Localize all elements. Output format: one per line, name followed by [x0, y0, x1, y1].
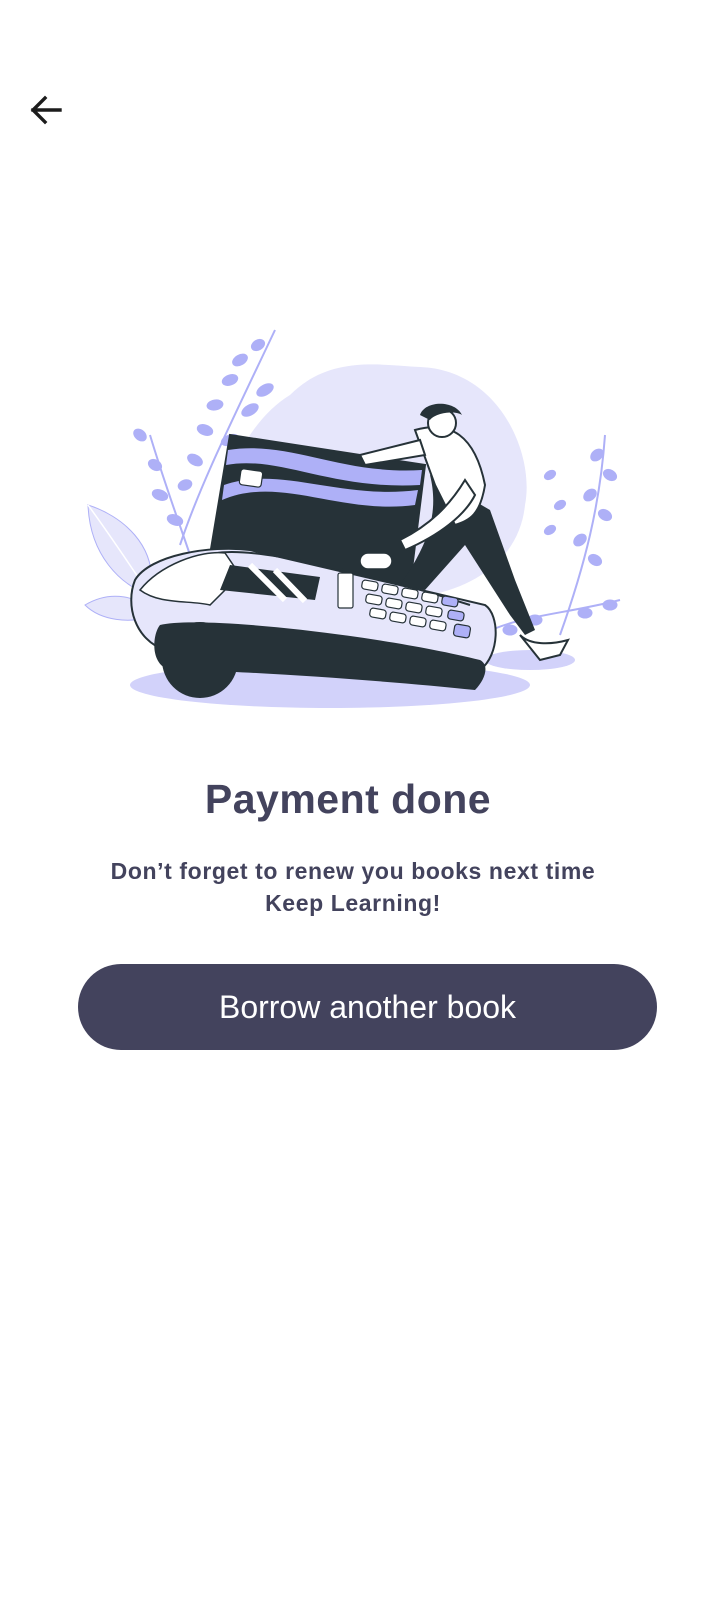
success-message: Don’t forget to renew you books next tim…	[0, 855, 706, 919]
payment-terminal-illustration	[84, 329, 621, 708]
success-message-line-1: Don’t forget to renew you books next tim…	[110, 858, 596, 884]
arrow-left-icon	[30, 95, 62, 125]
back-button[interactable]	[18, 82, 74, 138]
page-title: Payment done	[204, 776, 492, 822]
success-message-line-2: Keep Learning!	[265, 890, 441, 916]
borrow-another-book-button[interactable]: Borrow another book	[78, 964, 657, 1050]
